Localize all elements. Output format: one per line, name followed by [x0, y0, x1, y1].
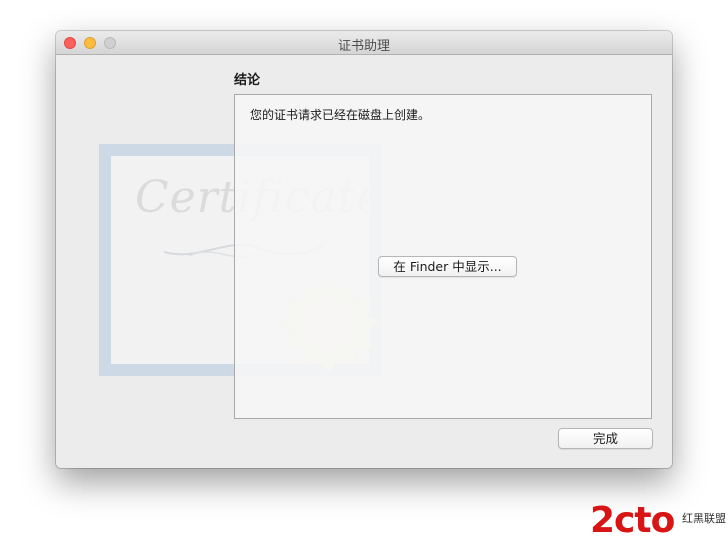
section-heading: 结论 [234, 73, 261, 88]
site-watermark: 2cto 红黑联盟 [590, 500, 726, 541]
result-panel: 您的证书请求已经在磁盘上创建。 在 Finder 中显示... [234, 94, 652, 419]
certificate-assistant-window: 证书助理 Certificate 结论 您的证书请求已经在磁盘上创建。 在 Fi… [56, 31, 672, 468]
watermark-logo: 2cto [590, 500, 675, 541]
done-button[interactable]: 完成 [558, 428, 653, 449]
result-message: 您的证书请求已经在磁盘上创建。 [250, 108, 431, 122]
title-bar[interactable]: 证书助理 [56, 31, 672, 55]
window-title: 证书助理 [337, 39, 390, 54]
show-in-finder-button[interactable]: 在 Finder 中显示... [378, 256, 517, 277]
watermark-caption: 红黑联盟 [682, 512, 726, 525]
